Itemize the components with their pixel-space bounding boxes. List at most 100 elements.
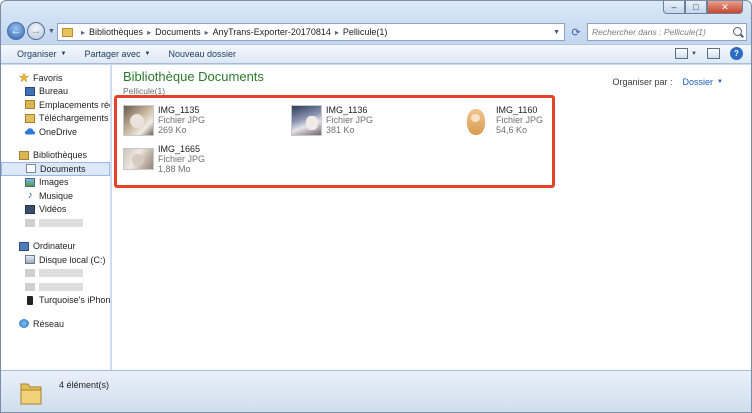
item-count: 4 élément(s): [59, 380, 110, 390]
share-menu[interactable]: Partager avec ▼: [84, 49, 150, 59]
photo-thumbnail-icon: [123, 105, 154, 136]
breadcrumb-separator-icon[interactable]: ▸: [335, 28, 339, 37]
navigation-buttons: ← → ▼: [7, 22, 55, 40]
sidebar-item-redacted-drive-1[interactable]: [1, 267, 110, 281]
new-folder-button[interactable]: Nouveau dossier: [168, 49, 236, 59]
file-size: 54,6 Ko: [496, 125, 528, 135]
sidebar-network[interactable]: Réseau: [1, 317, 110, 331]
file-type: Fichier JPG: [326, 115, 374, 125]
address-dropdown-icon[interactable]: ▼: [553, 29, 560, 36]
breadcrumb-pellicule[interactable]: Pellicule(1): [343, 27, 388, 37]
sidebar-item-recent[interactable]: Emplacements récents: [1, 98, 110, 112]
arrange-by-label: Organiser par :: [612, 77, 673, 87]
new-folder-label: Nouveau dossier: [168, 49, 236, 59]
sidebar-item-label: OneDrive: [39, 126, 78, 137]
file-size: 1,88 Mo: [158, 164, 191, 174]
file-item[interactable]: IMG_1665 Fichier JPG 1,88 Mo: [123, 144, 205, 174]
close-button[interactable]: ✕: [707, 1, 743, 14]
computer-icon: [19, 241, 29, 251]
sidebar-libraries[interactable]: Bibliothèques: [1, 149, 110, 163]
file-size: 381 Ko: [326, 125, 355, 135]
redacted-label: [39, 218, 83, 227]
sidebar-item-downloads[interactable]: Téléchargements: [1, 112, 110, 126]
file-item[interactable]: IMG_1135 Fichier JPG 269 Ko: [123, 105, 205, 136]
refresh-icon[interactable]: ⟳: [567, 23, 585, 41]
help-icon[interactable]: ?: [730, 47, 743, 60]
pictures-icon: [25, 177, 35, 187]
content-pane: Bibliothèque Documents Pellicule(1) Orga…: [112, 65, 751, 370]
sidebar-item-label: Disque local (C:): [39, 254, 106, 265]
star-icon: [19, 73, 29, 83]
chevron-down-icon: ▼: [60, 51, 67, 57]
navigation-pane: Favoris Bureau Emplacements récents Télé…: [1, 65, 111, 370]
sidebar-item-redacted[interactable]: [1, 216, 110, 230]
arrange-by: Organiser par : Dossier ▼: [613, 77, 724, 87]
library-title: Bibliothèque Documents: [123, 69, 264, 84]
sidebar-item-label: Emplacements récents: [39, 99, 110, 110]
file-name: IMG_1665: [158, 144, 201, 154]
back-button[interactable]: ←: [7, 22, 25, 40]
command-bar: Organiser ▼ Partager avec ▼ Nouveau doss…: [1, 44, 751, 64]
breadcrumb-anytrans[interactable]: AnyTrans-Exporter-20170814: [213, 27, 331, 37]
sidebar-item-label: Documents: [40, 163, 86, 174]
arrange-by-dropdown[interactable]: Dossier: [683, 77, 714, 87]
downloads-icon: [25, 113, 35, 123]
title-bar: – □ ✕ ← → ▼ ▸ Bibliothèques ▸ Documents …: [1, 1, 751, 43]
breadcrumb-documents[interactable]: Documents: [155, 27, 201, 37]
cloud-icon: [25, 128, 35, 135]
drive-icon: [25, 282, 35, 291]
chevron-down-icon: ▼: [144, 51, 151, 57]
search-input[interactable]: [592, 27, 730, 37]
breadcrumb-separator-icon[interactable]: ▸: [81, 28, 85, 37]
chevron-down-icon[interactable]: ▼: [691, 51, 697, 57]
chevron-down-icon[interactable]: ▼: [717, 79, 723, 85]
recent-places-icon: [25, 100, 35, 110]
maximize-button[interactable]: □: [685, 1, 707, 14]
history-dropdown-icon[interactable]: ▼: [48, 28, 55, 35]
sidebar-item-label: Téléchargements: [39, 113, 109, 124]
file-type: Fichier JPG: [496, 115, 544, 125]
sidebar-item-videos[interactable]: Vidéos: [1, 203, 110, 217]
breadcrumb-separator-icon[interactable]: ▸: [205, 28, 209, 37]
sidebar-item-local-disk[interactable]: Disque local (C:): [1, 253, 110, 267]
forward-button[interactable]: →: [27, 22, 45, 40]
drive-icon: [25, 269, 35, 278]
file-name: IMG_1136: [326, 105, 368, 115]
file-item[interactable]: IMG_1136 Fichier JPG 381 Ko: [291, 105, 373, 136]
address-bar[interactable]: ▸ Bibliothèques ▸ Documents ▸ AnyTrans-E…: [57, 23, 565, 41]
search-icon[interactable]: [733, 27, 742, 36]
sidebar-item-onedrive[interactable]: OneDrive: [1, 125, 110, 139]
redacted-label: [39, 282, 83, 291]
sidebar-item-label: Ordinateur: [33, 241, 76, 252]
organize-menu[interactable]: Organiser ▼: [17, 49, 66, 59]
organize-label: Organiser: [17, 49, 57, 59]
sidebar-item-label: Vidéos: [39, 204, 67, 215]
window-controls: – □ ✕: [663, 1, 743, 14]
sidebar-item-iphone[interactable]: Turquoise's iPhone: [1, 294, 110, 308]
search-box[interactable]: [587, 23, 747, 41]
sidebar-item-label: Musique: [39, 190, 74, 201]
document-icon: [26, 164, 36, 174]
sidebar-item-music[interactable]: ♪ Musique: [1, 189, 110, 203]
sidebar-favorites[interactable]: Favoris: [1, 71, 110, 85]
breadcrumb-libraries[interactable]: Bibliothèques: [89, 27, 143, 37]
redacted-icon: [25, 218, 35, 227]
status-bar: 4 élément(s): [1, 370, 751, 412]
minimize-button[interactable]: –: [663, 1, 685, 14]
file-item[interactable]: IMG_1160 Fichier JPG 54,6 Ko: [461, 105, 543, 136]
sidebar-item-label: Bureau: [39, 86, 69, 97]
sidebar-item-documents[interactable]: Documents: [1, 162, 110, 176]
music-note-icon: ♪: [27, 190, 33, 202]
sidebar-item-images[interactable]: Images: [1, 176, 110, 190]
sidebar-computer[interactable]: Ordinateur: [1, 240, 110, 254]
view-options-icon[interactable]: [675, 48, 689, 59]
sidebar-item-redacted-drive-2[interactable]: [1, 280, 110, 294]
video-icon: [25, 204, 35, 214]
file-type: Fichier JPG: [158, 115, 206, 125]
photo-thumbnail-icon: [461, 105, 492, 136]
breadcrumb-separator-icon[interactable]: ▸: [147, 28, 151, 37]
explorer-window: – □ ✕ ← → ▼ ▸ Bibliothèques ▸ Documents …: [0, 0, 752, 413]
folder-icon: [62, 27, 73, 37]
sidebar-item-bureau[interactable]: Bureau: [1, 85, 110, 99]
preview-pane-icon[interactable]: [707, 48, 720, 59]
